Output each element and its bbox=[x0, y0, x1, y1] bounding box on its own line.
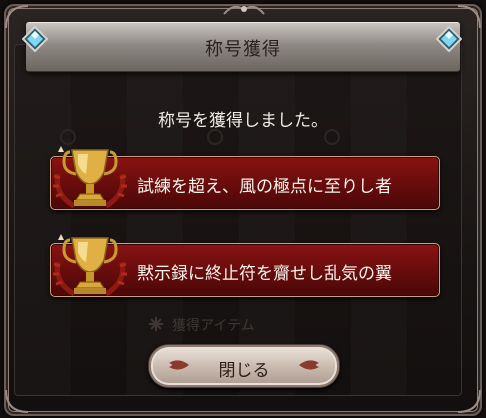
blue-gem-icon bbox=[436, 26, 462, 52]
corner-ornament-icon bbox=[5, 389, 29, 413]
title-name: 試練を超え、風の極点に至りし者 bbox=[137, 177, 392, 197]
gold-trophy-icon bbox=[53, 146, 127, 209]
faded-section-heading: 獲得アイテム bbox=[172, 318, 255, 334]
obtained-message: 称号を獲得しました。 bbox=[158, 111, 328, 131]
corner-ornament-icon bbox=[457, 389, 481, 413]
close-button[interactable]: 閉じる bbox=[148, 344, 340, 388]
blue-gem-icon bbox=[22, 26, 48, 52]
gold-trophy-icon bbox=[53, 234, 127, 297]
top-ornament-icon bbox=[223, 5, 265, 15]
ornament-right-icon bbox=[299, 360, 319, 370]
dialog-title: 称号獲得 bbox=[205, 39, 281, 60]
item-section-icon bbox=[149, 317, 163, 331]
title-name: 黙示録に終止符を齎せし乱気の翼 bbox=[137, 264, 392, 284]
dialog-header: 称号獲得 bbox=[26, 22, 460, 72]
